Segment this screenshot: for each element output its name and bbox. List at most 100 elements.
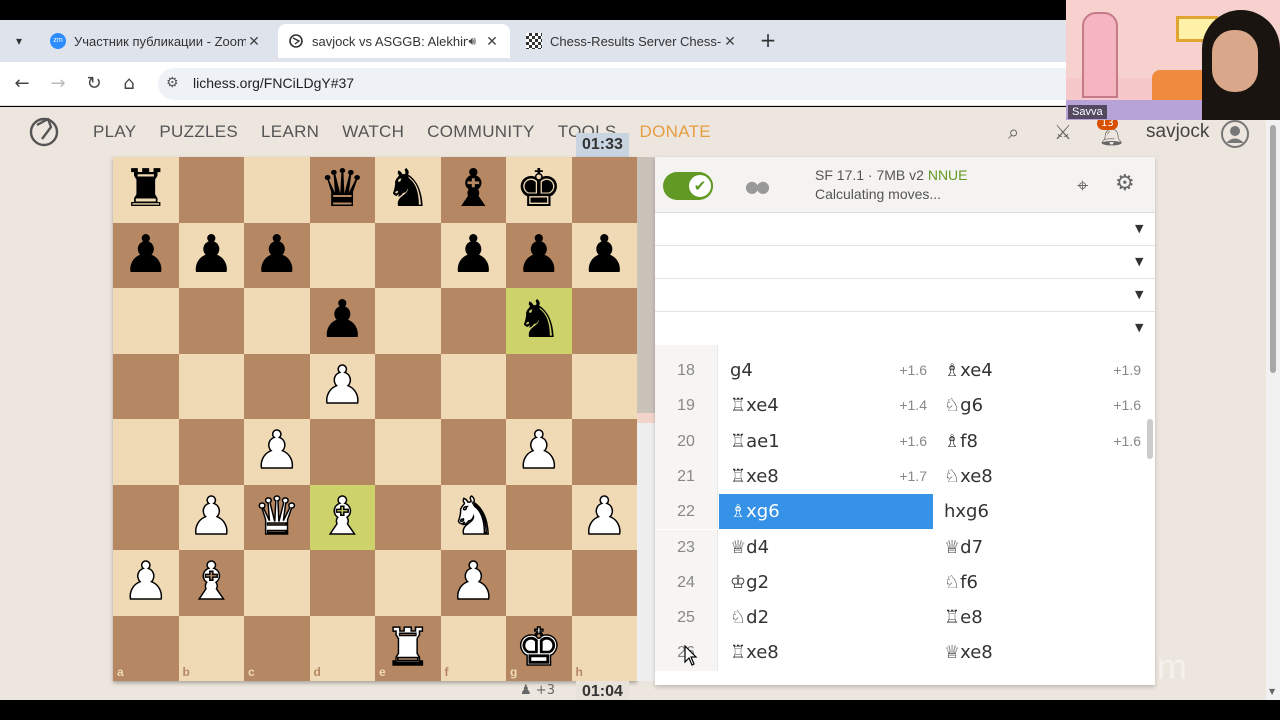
- square-c8[interactable]: [244, 157, 310, 223]
- tab-chess-results[interactable]: Chess-Results Server Chess-res ✕: [516, 24, 748, 58]
- white-rook-e1[interactable]: ♜: [375, 616, 441, 682]
- square-g5[interactable]: [506, 353, 572, 419]
- black-rook-a8[interactable]: ♜: [113, 157, 179, 223]
- site-info-icon[interactable]: ⚙: [166, 75, 179, 91]
- white-pawn-b3[interactable]: ♟: [179, 485, 245, 551]
- black-knight-g6[interactable]: ♞: [506, 288, 572, 354]
- white-pawn-a2[interactable]: ♟: [113, 550, 179, 616]
- black-pawn-g7[interactable]: ♟: [506, 223, 572, 289]
- pv-line-4[interactable]: ▼: [655, 312, 1155, 345]
- square-f4[interactable]: [440, 419, 506, 485]
- black-pawn-c7[interactable]: ♟: [244, 223, 310, 289]
- white-move[interactable]: ♔g2: [719, 565, 933, 600]
- white-knight-f3[interactable]: ♞: [441, 485, 507, 551]
- square-e6[interactable]: [375, 288, 441, 354]
- white-move[interactable]: ♗xg6: [719, 494, 933, 530]
- nav-community[interactable]: COMMUNITY: [427, 122, 535, 142]
- square-c5[interactable]: [244, 353, 310, 419]
- black-move[interactable]: hxg6: [933, 494, 1147, 529]
- square-b8[interactable]: [178, 157, 244, 223]
- pv-line-2[interactable]: ▼: [655, 246, 1155, 279]
- square-e2[interactable]: [375, 550, 441, 616]
- black-pawn-b7[interactable]: ♟: [179, 223, 245, 289]
- square-a6[interactable]: [113, 288, 179, 354]
- forward-arrow-icon[interactable]: →: [46, 72, 70, 96]
- gear-icon[interactable]: ⚙: [1115, 171, 1135, 196]
- black-move[interactable]: ♘f6: [933, 565, 1147, 600]
- new-tab-plus-icon[interactable]: +: [756, 29, 780, 53]
- black-pawn-a7[interactable]: ♟: [113, 223, 179, 289]
- white-bishop-b2[interactable]: ♝: [179, 550, 245, 616]
- black-move[interactable]: ♘xe8: [933, 459, 1147, 494]
- tab-search-chevron-icon[interactable]: ▾: [7, 29, 31, 53]
- chess-board[interactable]: 8 7 6 5 4 3 2 1 a b c d e f g h ♜ ♛ ♞ ♝ ♚ ♟ ♟ ♟ ♟ ♟ ♟ ♟ ♞ ♟ ♟ ♟ ♟ ♛ ♝ ♞ ♟ ♟ ♝ ♟…: [113, 157, 637, 681]
- black-move[interactable]: ♗f8 +1.6: [933, 424, 1147, 459]
- nav-play[interactable]: PLAY: [93, 122, 136, 142]
- url-text[interactable]: lichess.org/FNCiLDgY#37: [193, 75, 354, 91]
- black-pawn-f7[interactable]: ♟: [441, 223, 507, 289]
- pv-line-1[interactable]: ▼: [655, 213, 1155, 246]
- square-b5[interactable]: [178, 353, 244, 419]
- white-move[interactable]: ♖xe8: [719, 635, 933, 670]
- back-arrow-icon[interactable]: ←: [10, 72, 34, 96]
- black-queen-d8[interactable]: ♛: [310, 157, 376, 223]
- square-a5[interactable]: [113, 353, 179, 419]
- black-pawn-h7[interactable]: ♟: [572, 223, 638, 289]
- black-pawn-d6[interactable]: ♟: [310, 288, 376, 354]
- expand-triangle-icon[interactable]: ▼: [1135, 288, 1143, 301]
- expand-triangle-icon[interactable]: ▼: [1135, 321, 1143, 334]
- black-move[interactable]: ♕d7: [933, 530, 1147, 565]
- square-d2[interactable]: [309, 550, 375, 616]
- page-scrollbar[interactable]: ▲ ▼: [1266, 107, 1280, 700]
- scrollbar-thumb[interactable]: [1270, 125, 1276, 373]
- square-f5[interactable]: [440, 353, 506, 419]
- expand-triangle-icon[interactable]: ▼: [1135, 222, 1143, 235]
- expand-triangle-icon[interactable]: ▼: [1135, 255, 1143, 268]
- close-tab-icon[interactable]: ✕: [722, 33, 738, 50]
- nav-puzzles[interactable]: PUZZLES: [159, 122, 238, 142]
- nav-donate[interactable]: DONATE: [640, 122, 711, 142]
- white-move[interactable]: ♖xe8 +1.7: [719, 459, 933, 494]
- square-f6[interactable]: [440, 288, 506, 354]
- nav-learn[interactable]: LEARN: [261, 122, 319, 142]
- challenge-swords-icon[interactable]: ⚔: [1054, 120, 1072, 144]
- black-move[interactable]: ♗xe4 +1.9: [933, 353, 1147, 388]
- search-icon[interactable]: ⌕: [1008, 120, 1019, 144]
- white-pawn-f2[interactable]: ♟: [441, 550, 507, 616]
- white-bishop-d3[interactable]: ♝: [310, 485, 376, 551]
- square-e3[interactable]: [375, 484, 441, 550]
- square-e4[interactable]: [375, 419, 441, 485]
- black-knight-e8[interactable]: ♞: [375, 157, 441, 223]
- tab-zoom[interactable]: zm Участник публикации - Zoom ✕: [40, 24, 272, 58]
- square-e5[interactable]: [375, 353, 441, 419]
- white-move[interactable]: ♖ae1 +1.6: [719, 424, 933, 459]
- white-pawn-g4[interactable]: ♟: [506, 419, 572, 485]
- square-c2[interactable]: [244, 550, 310, 616]
- square-c6[interactable]: [244, 288, 310, 354]
- engine-toggle[interactable]: ✔: [663, 172, 713, 200]
- crosshair-icon[interactable]: ⌖: [1077, 173, 1088, 197]
- square-g2[interactable]: [506, 550, 572, 616]
- user-avatar-icon[interactable]: [1220, 119, 1250, 149]
- black-move[interactable]: ♘g6 +1.6: [933, 388, 1147, 423]
- white-pawn-d5[interactable]: ♟: [310, 354, 376, 420]
- square-e7[interactable]: [375, 222, 441, 288]
- scroll-down-triangle-icon[interactable]: ▼: [1269, 687, 1275, 696]
- white-move[interactable]: g4 +1.6: [719, 353, 933, 388]
- white-pawn-c4[interactable]: ♟: [244, 419, 310, 485]
- black-move[interactable]: ♖e8: [933, 600, 1147, 635]
- username[interactable]: savjock: [1146, 121, 1209, 143]
- white-king-g1[interactable]: ♚: [506, 616, 572, 682]
- square-a4[interactable]: [113, 419, 179, 485]
- square-g3[interactable]: [506, 484, 572, 550]
- square-d7[interactable]: [309, 222, 375, 288]
- white-move[interactable]: ♕d4: [719, 530, 933, 565]
- white-move[interactable]: ♘d2: [719, 600, 933, 635]
- white-pawn-h3[interactable]: ♟: [572, 485, 638, 551]
- black-bishop-f8[interactable]: ♝: [441, 157, 507, 223]
- square-a3[interactable]: [113, 484, 179, 550]
- home-icon[interactable]: ⌂: [117, 72, 141, 96]
- close-tab-icon[interactable]: ✕: [246, 33, 262, 50]
- lichess-logo-icon[interactable]: [28, 115, 60, 147]
- close-tab-icon[interactable]: ✕: [484, 33, 500, 50]
